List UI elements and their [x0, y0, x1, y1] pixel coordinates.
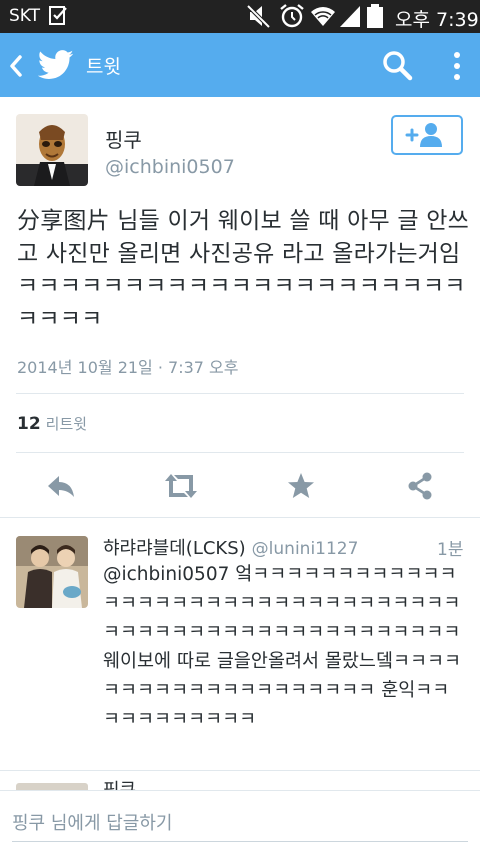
retweet-stats[interactable]: 12 리트윗 — [17, 413, 87, 434]
next-item-author-name: 핑쿠 — [103, 776, 136, 790]
more-icon[interactable] — [451, 50, 463, 82]
status-clock: 오후 7:39 — [395, 9, 479, 31]
retweet-count: 12 — [17, 414, 41, 434]
app-bar: 트윗 — [0, 33, 480, 97]
divider — [16, 393, 464, 394]
download-done-icon — [49, 6, 67, 25]
status-bar: SKT 오후 7:39 — [0, 0, 480, 33]
favorite-icon[interactable] — [286, 470, 316, 502]
reply-timestamp: 1분 — [437, 540, 464, 560]
retweet-icon[interactable] — [162, 470, 200, 502]
tweet-timestamp: 2014년 10월 21일 · 7:37 오후 — [17, 358, 239, 377]
avatar[interactable] — [16, 114, 88, 186]
reply-text: @ichbini0507 엌ㅋㅋㅋㅋㅋㅋㅋㅋㅋㅋㅋㅋㅋㅋㅋㅋㅋㅋㅋㅋㅋㅋㅋㅋㅋㅋ… — [103, 564, 462, 730]
reply-icon[interactable] — [44, 470, 78, 502]
avatar[interactable] — [16, 536, 88, 608]
reply-compose-bar — [0, 790, 480, 853]
reply-input[interactable] — [12, 801, 468, 845]
author-name[interactable]: 핑쿠 — [105, 124, 142, 153]
share-icon[interactable] — [405, 470, 435, 502]
tweet-text: 分享图片 님들 이거 웨이보 쓸 때 아무 글 안쓰고 사진만 올리면 사진공유… — [17, 208, 469, 332]
search-icon[interactable] — [381, 49, 413, 81]
follow-button[interactable] — [391, 115, 463, 155]
reply-author-handle: @lunini1127 — [251, 539, 359, 559]
reply-author-name: 햐랴랴블데(LCKS) — [103, 538, 246, 559]
mute-icon — [246, 4, 271, 29]
back-icon[interactable] — [8, 54, 24, 78]
divider — [0, 517, 480, 518]
add-user-icon — [405, 123, 442, 147]
input-underline — [12, 841, 468, 842]
wifi-icon — [311, 7, 335, 27]
divider — [16, 452, 464, 453]
battery-icon — [367, 4, 383, 28]
divider — [0, 770, 480, 771]
carrier-label: SKT — [9, 6, 41, 26]
signal-icon — [340, 6, 360, 27]
reply-author[interactable]: 햐랴랴블데(LCKS) @lunini1127 — [103, 534, 358, 560]
retweet-label: 리트윗 — [45, 415, 88, 433]
author-handle[interactable]: @ichbini0507 — [105, 156, 235, 178]
alarm-icon — [280, 4, 304, 28]
page-title: 트윗 — [86, 56, 121, 78]
twitter-bird-icon[interactable] — [38, 49, 74, 81]
